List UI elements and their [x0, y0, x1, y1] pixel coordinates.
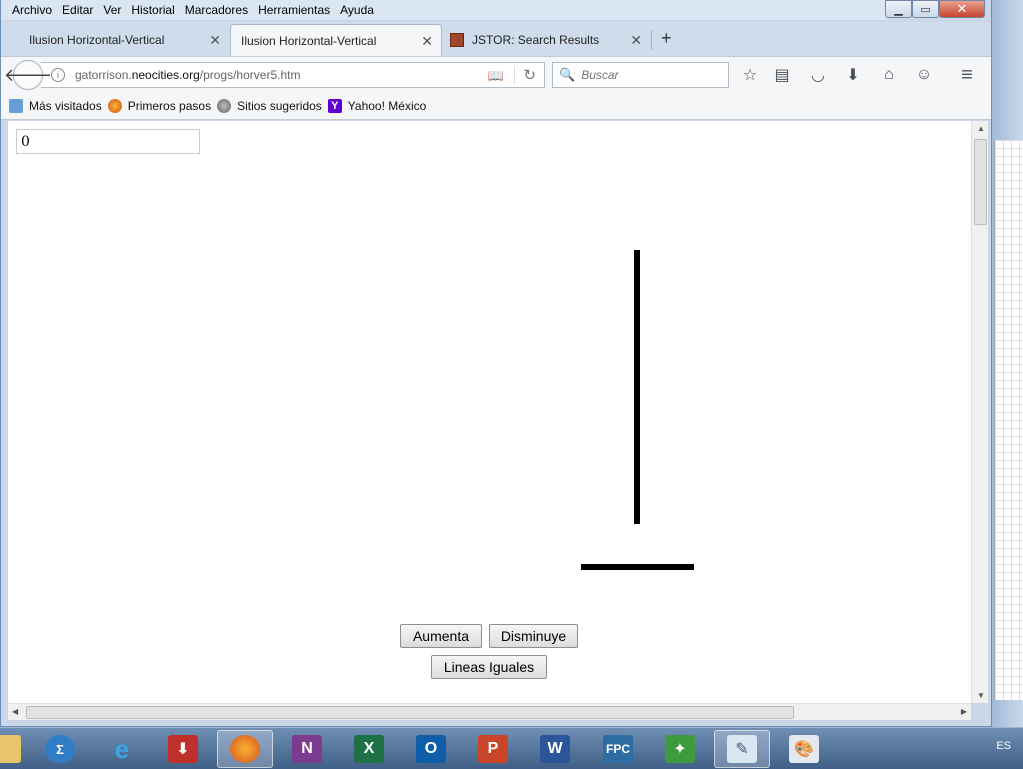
equal-lines-button[interactable]: Lineas Iguales [431, 655, 547, 679]
menu-editar[interactable]: Editar [57, 3, 98, 17]
counter-field[interactable]: 0 [16, 129, 200, 154]
menu-ayuda[interactable]: Ayuda [335, 3, 379, 17]
jstor-icon [450, 33, 464, 47]
increase-button[interactable]: Aumenta [400, 624, 482, 648]
game-icon[interactable]: ✦ [652, 730, 708, 768]
bookmarks-library-icon[interactable]: ▤ [771, 64, 793, 86]
notepad-icon[interactable]: ✎ [714, 730, 770, 768]
browser-window: Archivo Editar Ver Historial Marcadores … [0, 0, 992, 727]
vertical-scrollbar[interactable]: ▲ ▼ [971, 121, 988, 703]
outlook-icon[interactable]: O [403, 730, 459, 768]
hamburger-menu-icon[interactable]: ≡ [956, 64, 978, 86]
bookmark-yahoo-mexico[interactable]: Y Yahoo! México [327, 98, 426, 113]
tab-ilusion-1[interactable]: Ilusion Horizontal-Vertical ✕ [1, 24, 229, 56]
url-text: gatorrison.neocities.org/progs/horver5.h… [75, 68, 301, 82]
scroll-down-icon[interactable]: ▼ [977, 691, 985, 700]
powerpoint-icon[interactable]: P [465, 730, 521, 768]
bookmarks-bar: Más visitados Primeros pasos Sitios suge… [1, 92, 991, 120]
scroll-left-icon[interactable]: ◀ [12, 707, 18, 716]
firefox-icon[interactable] [217, 730, 273, 768]
back-arrow-icon: 🡐 [3, 64, 53, 85]
excel-icon[interactable]: X [341, 730, 397, 768]
search-input[interactable] [581, 68, 722, 82]
tab-bar: Ilusion Horizontal-Vertical ✕ Ilusion Ho… [1, 22, 991, 56]
media-recorder-icon[interactable]: ⬇ [155, 730, 211, 768]
menu-marcadores[interactable]: Marcadores [180, 3, 253, 17]
horizontal-scrollbar[interactable]: ◀ ▶ [8, 703, 971, 720]
firefox-icon [107, 98, 122, 113]
horizontal-line [581, 564, 694, 570]
downloads-icon[interactable]: ⬇ [842, 64, 864, 86]
word-icon[interactable]: W [527, 730, 583, 768]
yahoo-icon: Y [327, 98, 342, 113]
most-visited-icon [9, 98, 23, 113]
bookmark-sitios-sugeridos[interactable]: Sitios sugeridos [217, 98, 322, 113]
page-content: 0 Aumenta Disminuye Lineas Iguales [8, 121, 971, 703]
bookmark-primeros-pasos[interactable]: Primeros pasos [107, 98, 211, 113]
search-bar[interactable]: 🔍 [552, 62, 729, 88]
tab-separator [651, 30, 652, 50]
menu-ver[interactable]: Ver [98, 3, 126, 17]
hello-chat-icon[interactable]: ☺ [913, 64, 935, 86]
menu-herramientas[interactable]: Herramientas [253, 3, 335, 17]
language-indicator[interactable]: ES [996, 740, 1011, 752]
globe-icon [217, 98, 232, 113]
scroll-up-icon[interactable]: ▲ [977, 124, 985, 133]
scroll-right-icon[interactable]: ▶ [961, 707, 967, 716]
nav-toolbar: i gatorrison.neocities.org/progs/horver5… [1, 56, 991, 92]
close-window-button[interactable]: ✕ [939, 0, 985, 18]
bookmark-mas-visitados[interactable]: Más visitados [9, 98, 102, 113]
pocket-icon[interactable]: ◡ [807, 64, 829, 86]
reader-view-icon[interactable]: 📖 [488, 68, 504, 84]
file-manager-icon[interactable] [0, 730, 36, 768]
tab-jstor[interactable]: JSTOR: Search Results ✕ [444, 24, 650, 56]
url-bar[interactable]: i gatorrison.neocities.org/progs/horver5… [41, 62, 545, 88]
reload-icon[interactable]: ↻ [514, 66, 536, 84]
minimize-button[interactable]: ▁ [885, 0, 912, 18]
horizontal-scroll-thumb[interactable] [26, 706, 794, 719]
decrease-button[interactable]: Disminuye [489, 624, 578, 648]
search-icon: 🔍 [559, 67, 576, 82]
menu-archivo[interactable]: Archivo [7, 3, 57, 17]
fpc-icon[interactable]: FPC [590, 730, 646, 768]
close-tab-icon[interactable]: ✕ [630, 32, 642, 49]
info-icon[interactable]: i [51, 68, 65, 82]
new-tab-plus-icon[interactable]: + [661, 28, 672, 49]
background-grid-window [994, 140, 1023, 700]
vertical-scroll-thumb[interactable] [974, 139, 987, 225]
internet-explorer-icon[interactable]: e [94, 730, 150, 768]
tab-ilusion-2-active[interactable]: Ilusion Horizontal-Vertical ✕ [230, 24, 442, 56]
back-button[interactable]: 🡐 [4, 60, 52, 90]
menu-historial[interactable]: Historial [126, 3, 179, 17]
window-controls: ▁ ▭ ✕ [885, 0, 985, 18]
vertical-line [634, 250, 640, 524]
tab-title: Ilusion Horizontal-Vertical [29, 33, 165, 47]
bookmark-star-icon[interactable]: ☆ [739, 64, 761, 86]
taskbar: Σ e ⬇ N X O P W FPC ✦ ✎ 🎨 ES [0, 727, 1023, 769]
close-tab-icon[interactable]: ✕ [209, 32, 221, 49]
menu-bar: Archivo Editar Ver Historial Marcadores … [1, 0, 887, 20]
onenote-icon[interactable]: N [279, 730, 335, 768]
home-icon[interactable]: ⌂ [878, 64, 900, 86]
close-tab-icon[interactable]: ✕ [421, 33, 433, 50]
tab-title: Ilusion Horizontal-Vertical [241, 33, 377, 48]
math-input-icon[interactable]: Σ [32, 730, 88, 768]
paint-icon[interactable]: 🎨 [776, 730, 832, 768]
tab-title: JSTOR: Search Results [472, 33, 600, 47]
desktop-background [990, 0, 1023, 727]
maximize-button[interactable]: ▭ [912, 0, 939, 18]
